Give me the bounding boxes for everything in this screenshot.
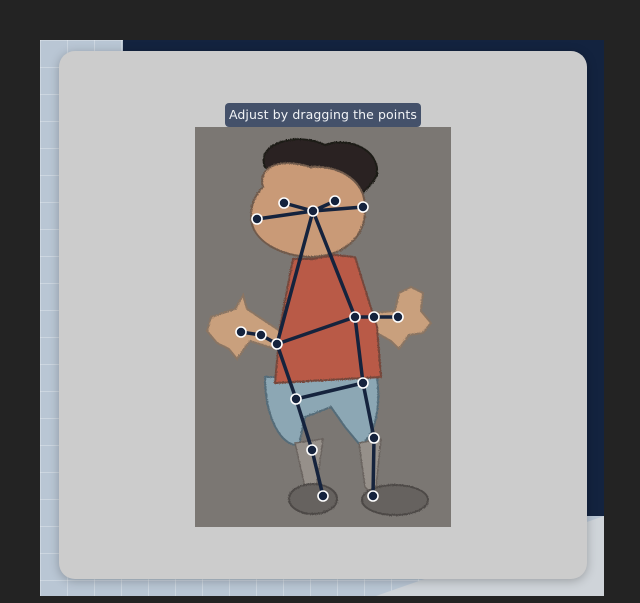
- joint-handle-right-ear[interactable]: [357, 201, 369, 213]
- joint-handle-left-elbow[interactable]: [255, 329, 267, 341]
- drawing-canvas[interactable]: [195, 127, 451, 527]
- joint-handle-right-elbow[interactable]: [368, 311, 380, 323]
- left-shoe: [288, 483, 338, 515]
- background-edge-bottom: [0, 596, 640, 603]
- joint-handle-right-hip[interactable]: [357, 377, 369, 389]
- joint-handle-left-hip[interactable]: [290, 393, 302, 405]
- app-screen: Adjust by dragging the points: [0, 0, 640, 603]
- joint-handle-right-ankle[interactable]: [367, 490, 379, 502]
- background-edge: [604, 40, 640, 603]
- joint-handle-left-ankle[interactable]: [317, 490, 329, 502]
- joint-handle-left-eye[interactable]: [278, 197, 290, 209]
- joint-handle-right-eye[interactable]: [329, 195, 341, 207]
- joint-handle-nose[interactable]: [307, 205, 319, 217]
- joint-handle-right-wrist[interactable]: [392, 311, 404, 323]
- joint-handle-right-knee[interactable]: [368, 432, 380, 444]
- joint-handle-left-knee[interactable]: [306, 444, 318, 456]
- bone-right-knee-to-right-ankle: [371, 436, 376, 498]
- joint-handle-left-ear[interactable]: [251, 213, 263, 225]
- joint-handle-left-shoulder[interactable]: [271, 338, 283, 350]
- joint-handle-left-wrist[interactable]: [235, 326, 247, 338]
- drawing-svg: [195, 127, 451, 527]
- drag-hint-tooltip: Adjust by dragging the points: [225, 103, 421, 127]
- joint-handle-right-shoulder[interactable]: [349, 311, 361, 323]
